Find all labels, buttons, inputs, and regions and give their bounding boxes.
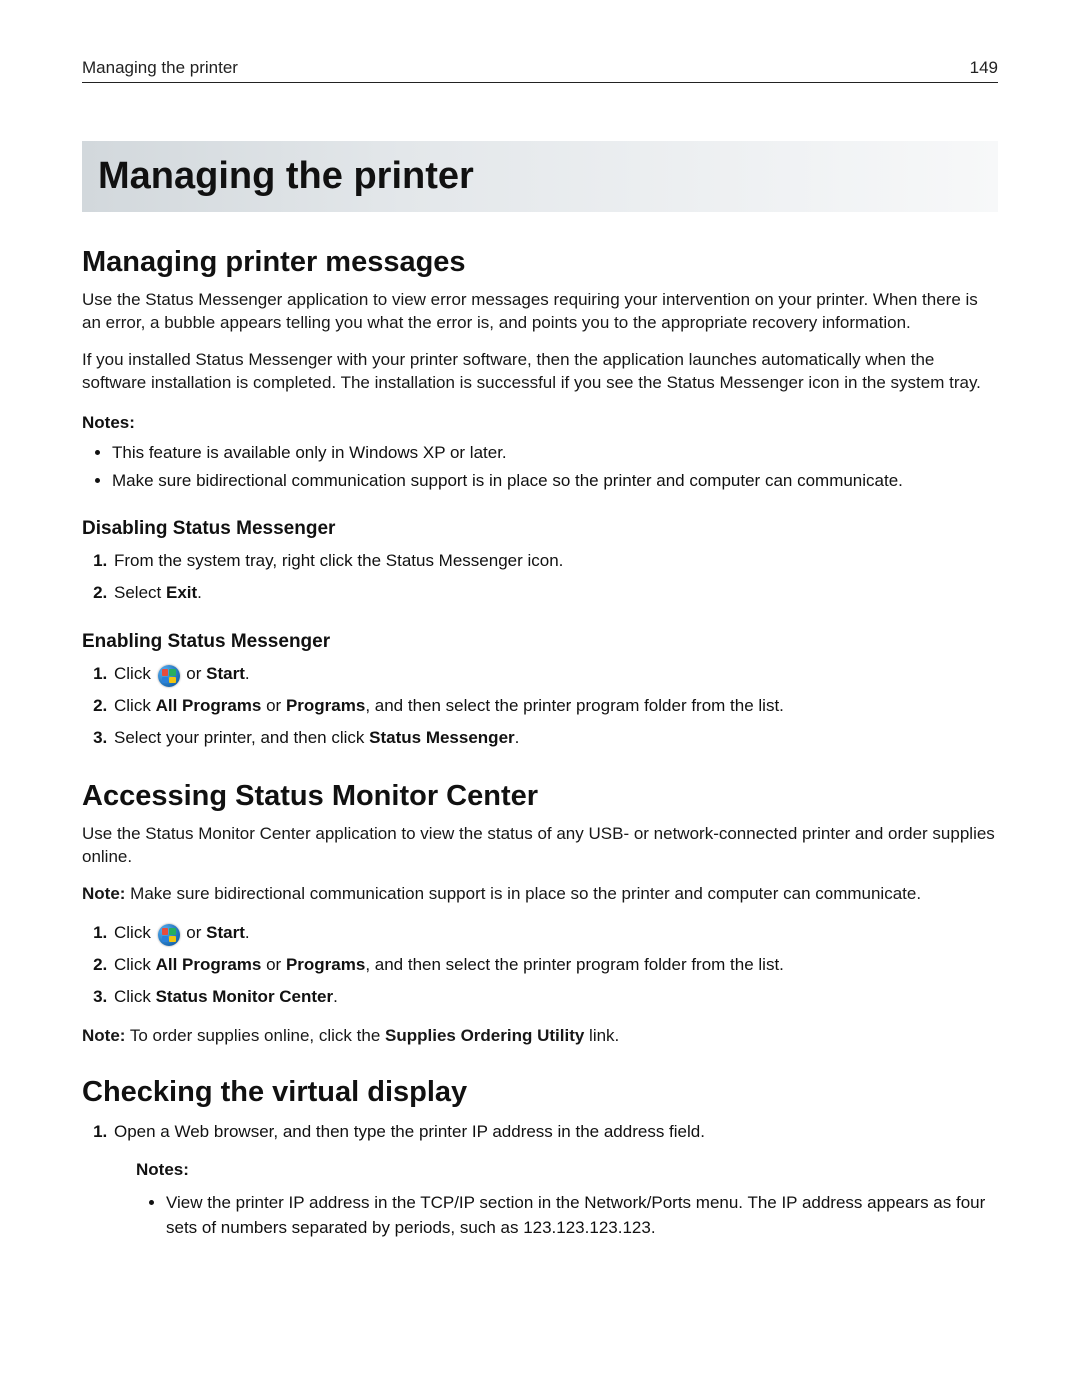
note-label: Note: (82, 884, 125, 903)
step-text: . (515, 728, 520, 747)
step-text: Click (114, 923, 156, 942)
step-text: Select (114, 583, 166, 602)
subheading-disabling-status-messenger: Disabling Status Messenger (82, 518, 998, 540)
notes-label: Notes: (136, 1157, 998, 1183)
step-bold: Start (206, 923, 245, 942)
step-text: , and then select the printer program fo… (365, 696, 784, 715)
step-text: , and then select the printer program fo… (365, 955, 784, 974)
step-item: Select Exit. (112, 580, 998, 606)
step-text: or (261, 955, 286, 974)
windows-start-icon (158, 924, 180, 946)
section-heading-managing-printer-messages: Managing printer messages (82, 246, 998, 279)
document-page: Managing the printer 149 Managing the pr… (0, 0, 1080, 1397)
step-bold: Status Messenger (369, 728, 515, 747)
step-item: Click All Programs or Programs, and then… (112, 952, 998, 978)
list-item: View the printer IP address in the TCP/I… (166, 1191, 998, 1240)
note-paragraph: Note: To order supplies online, click th… (82, 1025, 998, 1048)
step-item: From the system tray, right click the St… (112, 548, 998, 574)
nested-notes: Notes: View the printer IP address in th… (114, 1157, 998, 1241)
steps-list: From the system tray, right click the St… (82, 548, 998, 607)
step-bold: All Programs (156, 696, 262, 715)
step-bold: Status Monitor Center (156, 987, 334, 1006)
step-bold: Exit (166, 583, 197, 602)
note-label: Note: (82, 1026, 125, 1045)
section-heading-accessing-status-monitor-center: Accessing Status Monitor Center (82, 780, 998, 813)
list-item: This feature is available only in Window… (112, 441, 998, 466)
step-text: Click (114, 664, 156, 683)
note-text: Make sure bidirectional communication su… (125, 884, 921, 903)
step-text: . (197, 583, 202, 602)
notes-list: View the printer IP address in the TCP/I… (136, 1191, 998, 1240)
list-item: Make sure bidirectional communication su… (112, 469, 998, 494)
step-item: Click Status Monitor Center. (112, 984, 998, 1010)
step-bold: Start (206, 664, 245, 683)
step-text: . (333, 987, 338, 1006)
paragraph: Use the Status Monitor Center applicatio… (82, 823, 998, 869)
notes-list: This feature is available only in Window… (82, 441, 998, 494)
note-text: link. (584, 1026, 619, 1045)
section-heading-checking-virtual-display: Checking the virtual display (82, 1076, 998, 1109)
step-text: or (261, 696, 286, 715)
step-text: Click (114, 955, 156, 974)
step-item: Open a Web browser, and then type the pr… (112, 1119, 998, 1241)
step-item: Click or Start. (112, 661, 998, 687)
step-text: or (182, 923, 207, 942)
step-item: Click All Programs or Programs, and then… (112, 693, 998, 719)
paragraph: If you installed Status Messenger with y… (82, 349, 998, 395)
step-item: Select your printer, and then click Stat… (112, 725, 998, 751)
step-bold: Programs (286, 696, 365, 715)
chapter-title: Managing the printer (98, 155, 982, 198)
note-text: To order supplies online, click the (125, 1026, 385, 1045)
step-text: Open a Web browser, and then type the pr… (114, 1122, 705, 1141)
step-bold: All Programs (156, 955, 262, 974)
running-title: Managing the printer (82, 58, 238, 78)
running-header: Managing the printer 149 (82, 58, 998, 83)
steps-list: Click or Start. Click All Programs or Pr… (82, 920, 998, 1011)
notes-label: Notes: (82, 413, 998, 433)
step-bold: Programs (286, 955, 365, 974)
chapter-title-bar: Managing the printer (82, 141, 998, 212)
paragraph: Use the Status Messenger application to … (82, 289, 998, 335)
note-paragraph: Note: Make sure bidirectional communicat… (82, 883, 998, 906)
step-text: Select your printer, and then click (114, 728, 369, 747)
step-text: Click (114, 696, 156, 715)
step-text: Click (114, 987, 156, 1006)
steps-list: Open a Web browser, and then type the pr… (82, 1119, 998, 1241)
steps-list: Click or Start. Click All Programs or Pr… (82, 661, 998, 752)
subheading-enabling-status-messenger: Enabling Status Messenger (82, 631, 998, 653)
note-bold: Supplies Ordering Utility (385, 1026, 584, 1045)
windows-start-icon (158, 665, 180, 687)
step-text: . (245, 664, 250, 683)
step-text: or (182, 664, 207, 683)
page-number: 149 (970, 58, 998, 78)
step-item: Click or Start. (112, 920, 998, 946)
step-text: . (245, 923, 250, 942)
